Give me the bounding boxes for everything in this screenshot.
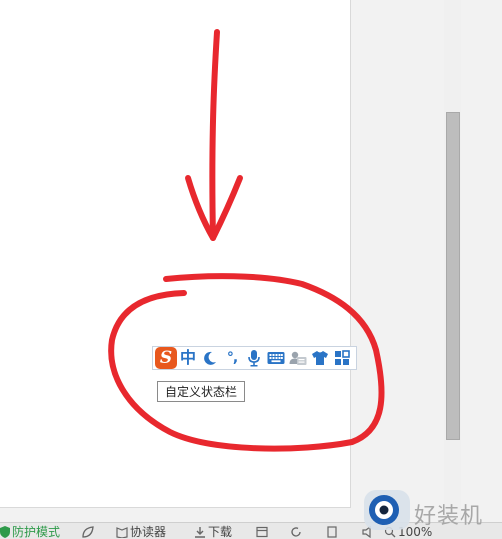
red-annotation xyxy=(108,29,385,452)
annotation-circle xyxy=(108,273,385,452)
watermark-text: 好装机 xyxy=(414,504,484,529)
arrow-shaft xyxy=(209,29,220,241)
